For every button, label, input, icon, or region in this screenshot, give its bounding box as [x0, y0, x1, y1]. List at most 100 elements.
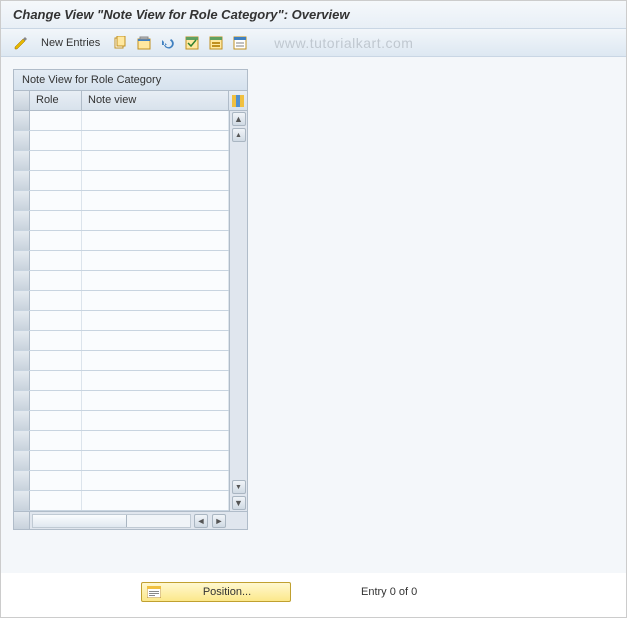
vertical-scrollbar[interactable]: ▲ ▲ ▼ ▼	[229, 111, 247, 511]
column-header-note-view[interactable]: Note view	[82, 91, 229, 110]
table-row[interactable]	[14, 331, 229, 351]
table-row[interactable]	[14, 191, 229, 211]
row-selector[interactable]	[14, 391, 30, 410]
cell-role[interactable]	[30, 431, 82, 450]
row-selector[interactable]	[14, 111, 30, 130]
cell-note-view[interactable]	[82, 211, 229, 230]
table-row[interactable]	[14, 111, 229, 131]
row-selector[interactable]	[14, 191, 30, 210]
configure-columns-icon[interactable]	[229, 91, 247, 110]
cell-role[interactable]	[30, 211, 82, 230]
row-selector[interactable]	[14, 431, 30, 450]
cell-note-view[interactable]	[82, 371, 229, 390]
cell-role[interactable]	[30, 351, 82, 370]
scroll-left-icon[interactable]: ◄	[194, 514, 208, 528]
copy-as-icon[interactable]	[110, 33, 130, 53]
header-row-selector[interactable]	[14, 91, 30, 110]
cell-role[interactable]	[30, 311, 82, 330]
cell-note-view[interactable]	[82, 231, 229, 250]
row-selector[interactable]	[14, 271, 30, 290]
cell-note-view[interactable]	[82, 391, 229, 410]
row-selector[interactable]	[14, 291, 30, 310]
table-row[interactable]	[14, 291, 229, 311]
scroll-down-step-icon[interactable]: ▼	[232, 480, 246, 494]
column-header-role[interactable]: Role	[30, 91, 82, 110]
cell-role[interactable]	[30, 131, 82, 150]
table-row[interactable]	[14, 171, 229, 191]
cell-role[interactable]	[30, 271, 82, 290]
table-row[interactable]	[14, 311, 229, 331]
row-selector[interactable]	[14, 151, 30, 170]
undo-change-icon[interactable]	[158, 33, 178, 53]
row-selector[interactable]	[14, 251, 30, 270]
cell-role[interactable]	[30, 391, 82, 410]
cell-role[interactable]	[30, 111, 82, 130]
cell-note-view[interactable]	[82, 331, 229, 350]
scroll-up-icon[interactable]: ▲	[232, 112, 246, 126]
delete-icon[interactable]	[134, 33, 154, 53]
cell-note-view[interactable]	[82, 471, 229, 490]
toggle-display-change-icon[interactable]	[11, 33, 31, 53]
cell-note-view[interactable]	[82, 491, 229, 510]
cell-note-view[interactable]	[82, 171, 229, 190]
cell-role[interactable]	[30, 231, 82, 250]
cell-note-view[interactable]	[82, 111, 229, 130]
cell-role[interactable]	[30, 171, 82, 190]
table-row[interactable]	[14, 371, 229, 391]
cell-note-view[interactable]	[82, 251, 229, 270]
table-row[interactable]	[14, 451, 229, 471]
select-block-icon[interactable]	[206, 33, 226, 53]
hscroll-thumb[interactable]	[33, 515, 127, 527]
cell-note-view[interactable]	[82, 191, 229, 210]
new-entries-button[interactable]: New Entries	[35, 35, 106, 51]
table-row[interactable]	[14, 411, 229, 431]
cell-role[interactable]	[30, 191, 82, 210]
cell-role[interactable]	[30, 151, 82, 170]
table-row[interactable]	[14, 151, 229, 171]
table-row[interactable]	[14, 391, 229, 411]
table-row[interactable]	[14, 491, 229, 511]
table-row[interactable]	[14, 251, 229, 271]
select-all-icon[interactable]	[182, 33, 202, 53]
row-selector[interactable]	[14, 451, 30, 470]
scroll-down-icon[interactable]: ▼	[232, 496, 246, 510]
row-selector[interactable]	[14, 471, 30, 490]
table-row[interactable]	[14, 231, 229, 251]
row-selector[interactable]	[14, 351, 30, 370]
cell-note-view[interactable]	[82, 451, 229, 470]
cell-note-view[interactable]	[82, 151, 229, 170]
cell-role[interactable]	[30, 471, 82, 490]
cell-role[interactable]	[30, 411, 82, 430]
row-selector[interactable]	[14, 411, 30, 430]
table-row[interactable]	[14, 211, 229, 231]
table-row[interactable]	[14, 471, 229, 491]
cell-role[interactable]	[30, 331, 82, 350]
row-selector[interactable]	[14, 211, 30, 230]
cell-note-view[interactable]	[82, 311, 229, 330]
position-button[interactable]: Position...	[141, 582, 291, 602]
table-row[interactable]	[14, 271, 229, 291]
cell-note-view[interactable]	[82, 291, 229, 310]
row-selector[interactable]	[14, 371, 30, 390]
cell-note-view[interactable]	[82, 271, 229, 290]
scroll-right-icon[interactable]: ►	[212, 514, 226, 528]
row-selector[interactable]	[14, 331, 30, 350]
cell-note-view[interactable]	[82, 131, 229, 150]
deselect-all-icon[interactable]	[230, 33, 250, 53]
cell-role[interactable]	[30, 251, 82, 270]
horizontal-scrollbar[interactable]	[32, 514, 191, 528]
cell-note-view[interactable]	[82, 431, 229, 450]
cell-role[interactable]	[30, 451, 82, 470]
row-selector[interactable]	[14, 231, 30, 250]
cell-role[interactable]	[30, 291, 82, 310]
cell-note-view[interactable]	[82, 351, 229, 370]
cell-role[interactable]	[30, 371, 82, 390]
table-row[interactable]	[14, 431, 229, 451]
row-selector[interactable]	[14, 311, 30, 330]
table-row[interactable]	[14, 351, 229, 371]
cell-role[interactable]	[30, 491, 82, 510]
table-row[interactable]	[14, 131, 229, 151]
row-selector[interactable]	[14, 491, 30, 510]
scroll-up-step-icon[interactable]: ▲	[232, 128, 246, 142]
row-selector[interactable]	[14, 131, 30, 150]
